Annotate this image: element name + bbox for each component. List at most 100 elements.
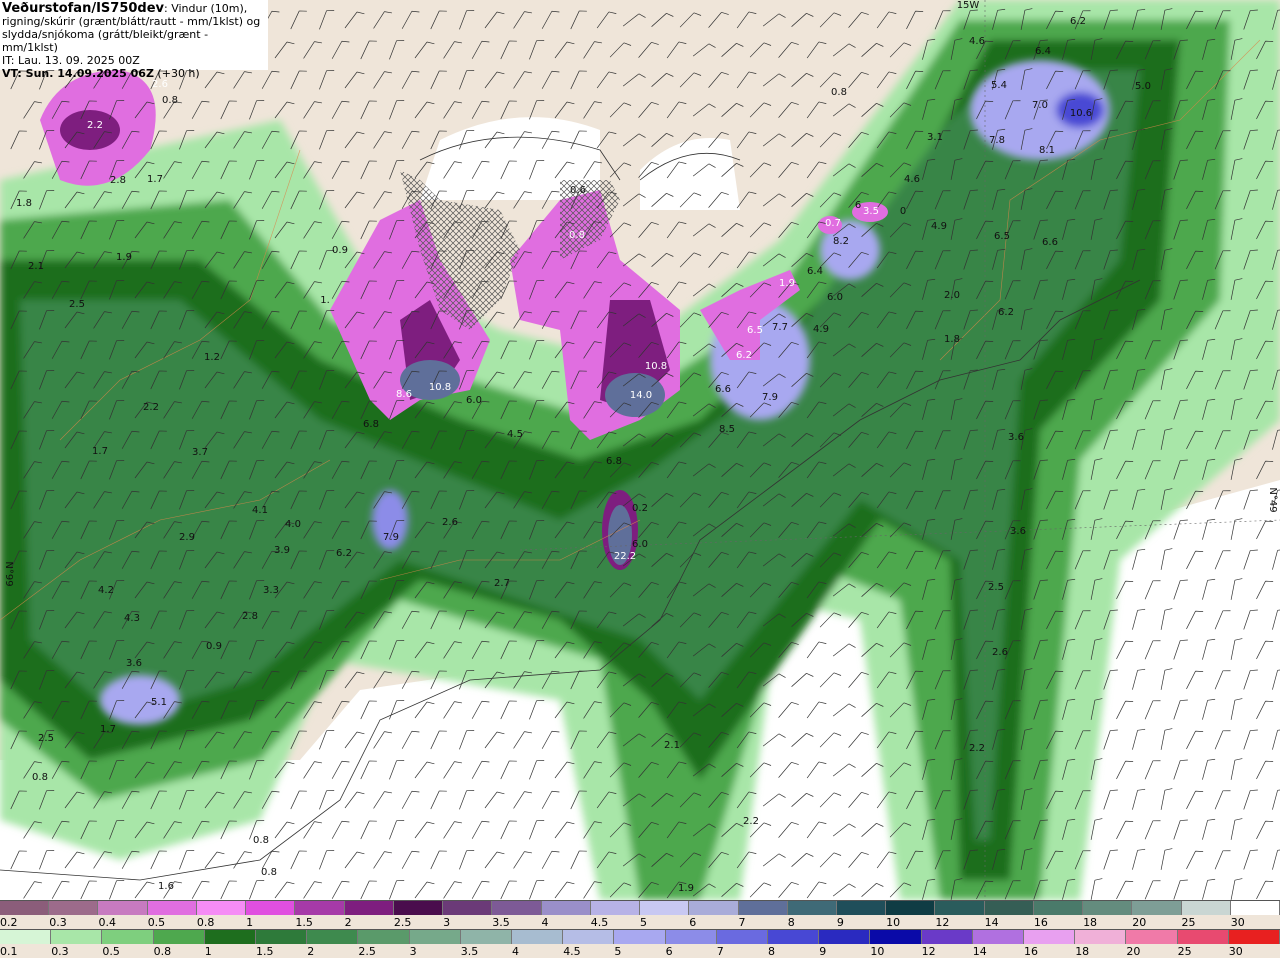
legend-swatch	[1033, 901, 1084, 915]
map-value-label: 0.9	[206, 641, 222, 652]
legend-swatch	[1177, 930, 1229, 944]
map-value-label: 6.2	[1070, 16, 1086, 27]
legend-swatch	[393, 901, 444, 915]
legend-swatch	[1132, 901, 1182, 915]
map-value-label: 4.1	[252, 505, 268, 516]
legend-label: 3.5	[492, 916, 510, 929]
rain-legend: 0.1 0.3 0.5 0.8 1 1.5 2 2.5 3 3.5 4 4.5 5 6 7 8 9 10 12 14 1…	[0, 929, 1280, 958]
map-value-label: 1.9	[678, 883, 694, 894]
map-value-label: 6.5	[994, 231, 1010, 242]
legend-label: 1.5	[256, 945, 274, 958]
map-value-label: N°99	[3, 561, 14, 586]
legend-swatch	[358, 930, 410, 944]
map-value-label: 4.6	[969, 36, 985, 47]
legend-label: 25	[1177, 945, 1192, 958]
legend-label: 7	[738, 916, 746, 929]
map-value-label: 6.2	[336, 548, 352, 559]
valid-time: VT: Sun. 14.09.2025 06Z	[2, 67, 154, 80]
map-value-label: 7.0	[1032, 100, 1048, 111]
title-desc1: : Vindur (10m),	[164, 2, 248, 15]
legend-label: 12	[935, 916, 950, 929]
map-value-label: 3.6	[1010, 526, 1026, 537]
legend-swatch	[409, 930, 461, 944]
map-value-label: 2.8	[242, 611, 258, 622]
map-value-label: 2.5	[69, 299, 85, 310]
map-value-label: 8.5	[719, 424, 735, 435]
map-value-label: 0.2	[632, 503, 648, 514]
legend-swatch	[0, 901, 50, 915]
legend-swatch	[836, 901, 887, 915]
legend-swatch	[716, 930, 769, 944]
map-value-label: 2.1	[28, 261, 44, 272]
legend-swatch	[102, 930, 154, 944]
legend-swatch	[492, 901, 542, 915]
map-value-label: 1.9	[116, 252, 132, 263]
legend-label: 1	[246, 916, 254, 929]
map-value-label: 5.1	[151, 697, 167, 708]
legend-swatch	[147, 901, 197, 915]
map-value-label: 8.6	[396, 389, 412, 400]
map-value-label: 7.7	[772, 322, 788, 333]
legend-swatch	[1024, 930, 1076, 944]
legend-label: 0.8	[153, 945, 172, 958]
legend-swatch	[246, 901, 296, 915]
map-value-label: 3.6	[126, 658, 142, 669]
legend-swatch	[295, 901, 345, 915]
legend-label: 0.5	[102, 945, 120, 958]
legend-label: 18	[1075, 945, 1090, 958]
title-desc2: rigning/skúrir (grænt/blátt/rautt - mm/1…	[2, 15, 261, 28]
map-value-label: 5.4	[991, 80, 1007, 91]
legend-label: 10	[870, 945, 885, 958]
map-value-label: 0.7	[825, 218, 841, 229]
init-time: IT: Lau. 13. 09. 2025 00Z	[2, 54, 140, 67]
map-value-label: 3.9	[274, 545, 290, 556]
map-value-label: 3.5	[863, 206, 879, 217]
map-value-label: 4.9	[931, 221, 947, 232]
map-value-label: 2.7	[494, 578, 510, 589]
legend-swatch	[1181, 901, 1231, 915]
map-value-label: 6.0	[632, 539, 648, 550]
legend-label: 4	[512, 945, 519, 958]
legend-swatch	[153, 930, 205, 944]
legend-label: 8	[787, 916, 795, 929]
legend-swatch	[307, 930, 359, 944]
legend-label: 20	[1126, 945, 1141, 958]
legend-swatch	[935, 901, 985, 915]
map-value-label: 2.6	[152, 79, 168, 90]
map-value-label: 6.4	[1035, 46, 1051, 57]
legend-label: 4.5	[563, 945, 581, 958]
map-value-label: 2.8	[110, 175, 126, 186]
legend-swatch	[819, 930, 871, 944]
legend-swatch	[640, 901, 690, 915]
map-value-label: 1.6	[158, 881, 174, 892]
legend-swatch	[738, 901, 788, 915]
map-value-label: 6.0	[466, 395, 482, 406]
map-value-label: 6.8	[606, 456, 622, 467]
map-value-label: 1.9	[779, 278, 795, 289]
legend-swatch	[460, 930, 513, 944]
legend-label: 10	[886, 916, 901, 929]
legend-label: 1.5	[295, 916, 313, 929]
map-value-label: 2.2	[743, 816, 759, 827]
legend-swatch	[787, 901, 837, 915]
map-value-label: 1.8	[16, 198, 32, 209]
map-value-label: 2.9	[179, 532, 195, 543]
map-value-label: 8.1	[1039, 145, 1055, 156]
legend-label: 2.5	[358, 945, 376, 958]
legend-swatch	[1230, 901, 1280, 915]
legend-swatch	[590, 901, 641, 915]
legend-label: 1	[204, 945, 212, 958]
map-value-label: 4.0	[285, 519, 301, 530]
map-value-label: 1.	[320, 295, 330, 306]
legend-swatch	[689, 901, 739, 915]
map-value-label: 6.2	[998, 307, 1014, 318]
legend-swatch	[665, 930, 717, 944]
legend-swatch	[344, 901, 394, 915]
legend-swatch	[512, 930, 564, 944]
map-value-label: 6.6	[1042, 237, 1058, 248]
title-desc3: slydda/snjókoma (grátt/bleikt/grænt - mm…	[2, 28, 209, 54]
map-value-label: 0.8	[162, 95, 178, 106]
snow-legend-colors	[0, 900, 1280, 915]
legend-label: 0.8	[196, 916, 215, 929]
title-box: Veðurstofan/IS750dev: Vindur (10m), rign…	[0, 0, 268, 80]
